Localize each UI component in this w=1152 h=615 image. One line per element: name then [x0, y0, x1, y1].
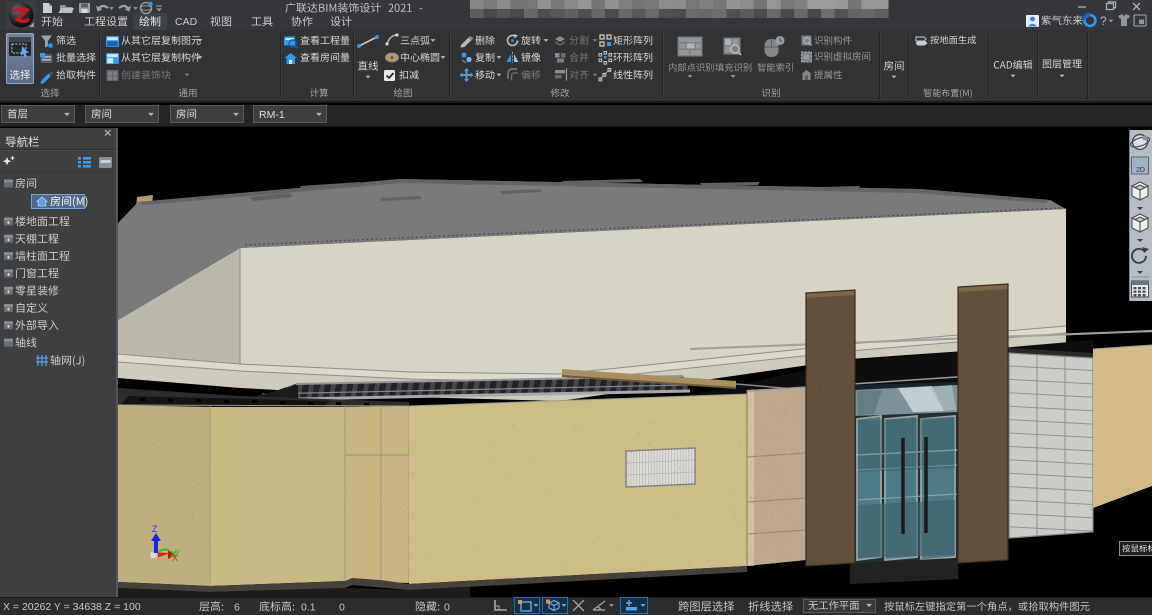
svg-text:6: 6 — [234, 602, 240, 614]
svg-text:CAD: CAD — [175, 16, 198, 28]
svg-text:RM-1: RM-1 — [259, 109, 285, 121]
svg-text:?: ? — [1100, 14, 1107, 28]
svg-text:Y: Y — [175, 549, 181, 558]
svg-text:0: 0 — [444, 602, 450, 614]
svg-text:Z: Z — [152, 524, 158, 534]
svg-text:0.1: 0.1 — [301, 602, 316, 614]
svg-text:0: 0 — [339, 602, 345, 614]
svg-text:X = 20262 Y = 34638 Z = 100: X = 20262 Y = 34638 Z = 100 — [3, 601, 141, 613]
